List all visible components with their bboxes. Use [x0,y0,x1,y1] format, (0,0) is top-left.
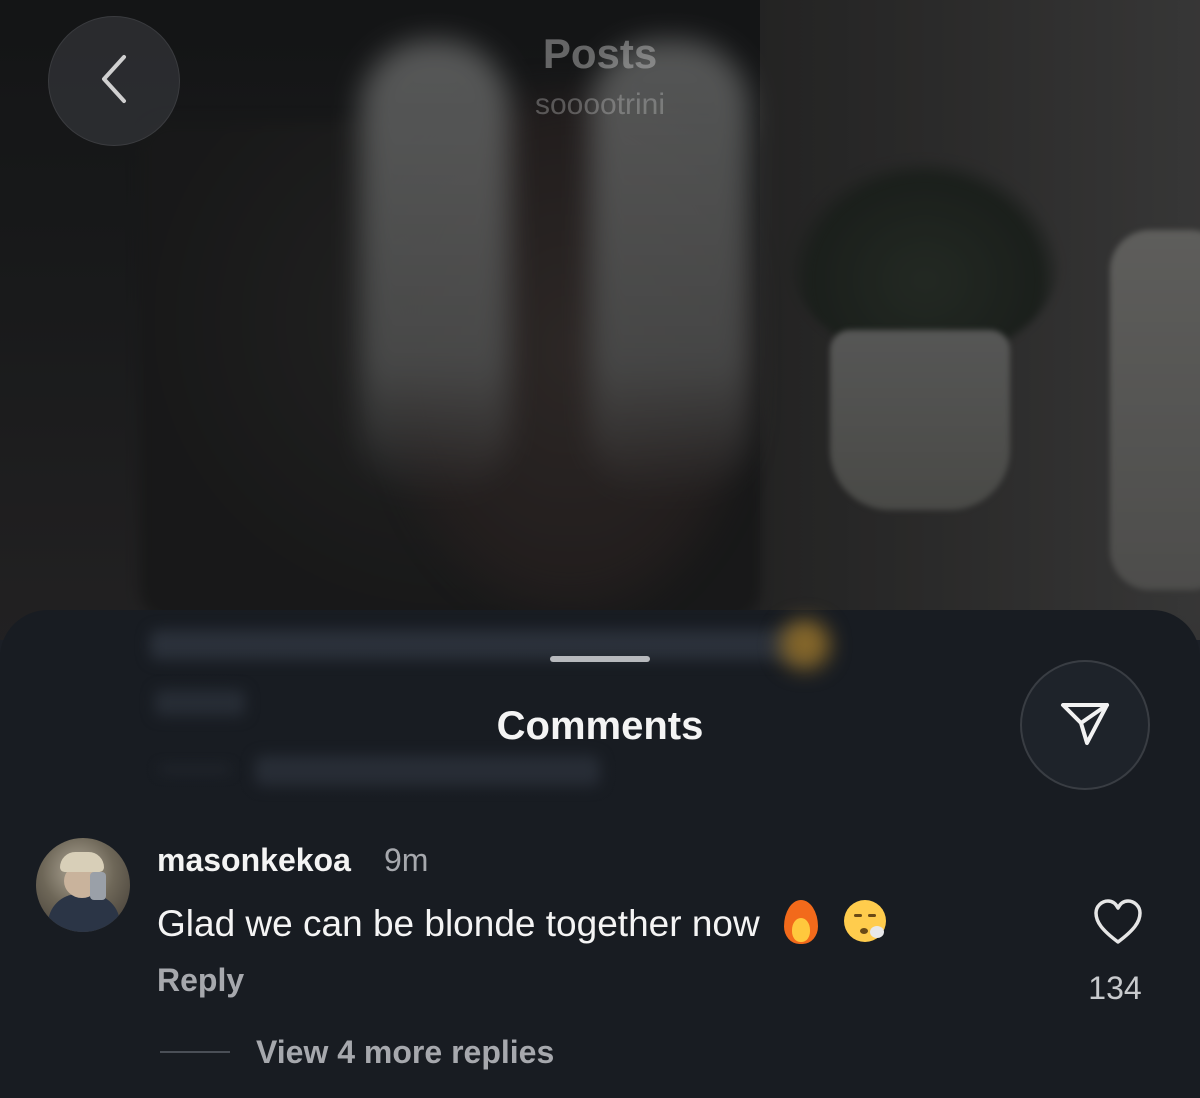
comment-body: Glad we can be blonde together now [157,898,888,945]
sheet-drag-handle[interactable] [550,656,650,662]
share-button[interactable] [1020,660,1150,790]
replies-divider-line [160,1051,230,1053]
face-exhaling-emoji-icon [842,898,888,944]
like-count: 134 [1088,970,1142,1006]
comment-timestamp: 9m [384,842,429,878]
comment-username[interactable]: masonkekoa [157,842,351,879]
avatar[interactable] [36,838,130,932]
view-more-replies-button[interactable]: View 4 more replies [256,1034,554,1071]
reply-button[interactable]: Reply [157,962,244,999]
like-button[interactable] [1090,898,1146,950]
fire-emoji-icon [778,898,824,944]
heart-outline-icon [1092,898,1144,951]
paper-plane-icon [1057,695,1113,756]
comments-sheet: Comments masonkekoa 9m Glad we can be bl… [0,610,1200,1098]
page-subtitle-username: sooootrini [534,88,666,121]
page-title: Posts [542,30,658,77]
comment-text: Glad we can be blonde together now [157,903,760,944]
